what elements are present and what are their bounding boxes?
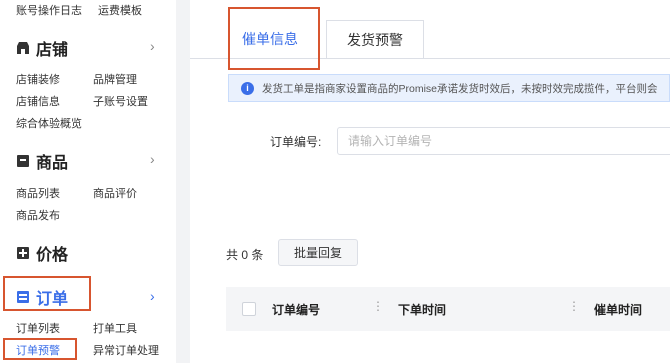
sidebar-link-experience-overview[interactable]: 综合体验概览 [16, 115, 82, 131]
column-menu-icon[interactable]: ⋮ [568, 299, 580, 313]
sidebar-section-title: 店铺 [36, 42, 69, 59]
sidebar-link-shop-info[interactable]: 店铺信息 [16, 93, 60, 109]
chevron-right-icon[interactable]: › [150, 38, 155, 54]
sidebar: 账号操作日志 运费模板 店铺 › 店铺装修 品牌管理 店铺信息 子账号设置 综合… [0, 0, 176, 363]
table-header: 订单编号 ⋮ 下单时间 ⋮ 催单时间 [226, 287, 670, 331]
sidebar-section-price[interactable]: 价格 [16, 242, 68, 264]
column-header-order-time: 下单时间 [398, 303, 447, 317]
column-header-order-no: 订单编号 [272, 303, 321, 317]
sidebar-link-freight-template[interactable]: 运费模板 [98, 2, 142, 18]
sidebar-section-title: 商品 [36, 155, 69, 172]
sidebar-link-subaccount-settings[interactable]: 子账号设置 [93, 93, 148, 109]
select-all-checkbox[interactable] [242, 302, 256, 316]
order-no-input[interactable] [337, 127, 670, 155]
sidebar-link-print-tool[interactable]: 打单工具 [93, 320, 137, 336]
sidebar-link-exception-orders[interactable]: 异常订单处理 [93, 342, 159, 358]
chevron-right-icon[interactable]: › [150, 288, 155, 304]
sidebar-link-account-log[interactable]: 账号操作日志 [16, 2, 82, 18]
notice-banner: i 发货工单是指商家设置商品的Promise承诺发货时效后，未按时效完成揽件，平… [228, 74, 670, 102]
price-icon [16, 246, 30, 260]
tabs-divider [190, 58, 670, 59]
tab-shipping-warning[interactable]: 发货预警 [326, 20, 424, 58]
tab-urge-info[interactable]: 催单信息 [226, 20, 314, 58]
sidebar-link-shop-decoration[interactable]: 店铺装修 [16, 71, 60, 87]
sidebar-section-title: 价格 [36, 247, 69, 264]
sidebar-section-shop[interactable]: 店铺 [16, 37, 68, 59]
info-icon: i [241, 81, 254, 95]
column-header-urge-time: 催单时间 [594, 303, 643, 317]
total-count: 共 0 条 [226, 248, 264, 262]
order-icon [16, 290, 30, 304]
sidebar-section-title: 订单 [36, 291, 69, 308]
sidebar-divider [176, 0, 190, 363]
sidebar-link-order-warning[interactable]: 订单预警 [16, 342, 60, 358]
sidebar-section-order[interactable]: 订单 [16, 286, 68, 308]
shop-icon [16, 41, 30, 55]
column-menu-icon[interactable]: ⋮ [372, 299, 384, 313]
sidebar-link-product-list[interactable]: 商品列表 [16, 185, 60, 201]
chevron-right-icon[interactable]: › [150, 151, 155, 167]
product-icon [16, 154, 30, 168]
sidebar-link-product-reviews[interactable]: 商品评价 [93, 185, 137, 201]
sidebar-link-product-publish[interactable]: 商品发布 [16, 207, 60, 223]
sidebar-link-order-list[interactable]: 订单列表 [16, 320, 60, 336]
batch-reply-button[interactable]: 批量回复 [278, 239, 358, 266]
order-no-label: 订单编号: [270, 135, 322, 149]
sidebar-link-brand-management[interactable]: 品牌管理 [93, 71, 137, 87]
main-content: 催单信息 发货预警 i 发货工单是指商家设置商品的Promise承诺发货时效后，… [190, 0, 670, 363]
notice-text: 发货工单是指商家设置商品的Promise承诺发货时效后，未按时效完成揽件，平台则… [262, 82, 658, 95]
sidebar-section-product[interactable]: 商品 [16, 150, 68, 172]
